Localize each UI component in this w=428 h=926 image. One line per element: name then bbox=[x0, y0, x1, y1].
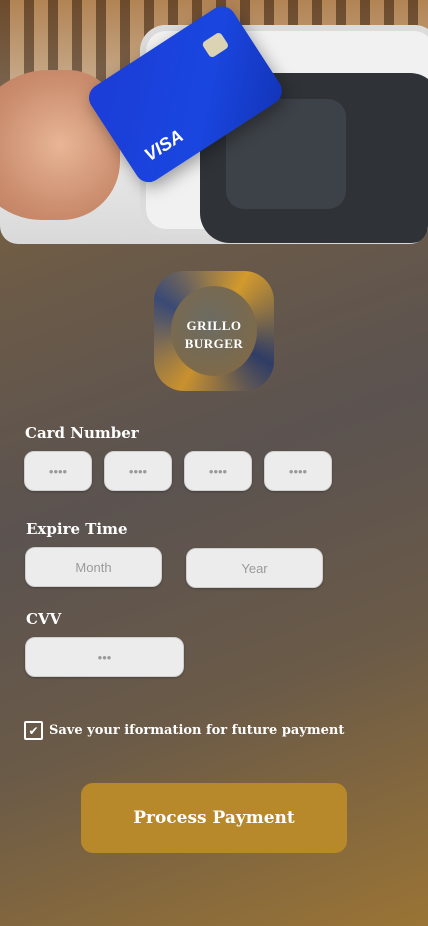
card-number-field-3[interactable]: •••• bbox=[184, 451, 252, 491]
save-info-checkbox[interactable]: ✔ bbox=[24, 721, 43, 740]
card-chip bbox=[201, 31, 230, 59]
card-number-field-2[interactable]: •••• bbox=[104, 451, 172, 491]
save-info-label: Save your iformation for future payment bbox=[49, 723, 345, 738]
logo-line2: BURGER bbox=[184, 336, 244, 351]
logo-text: GRILLO BURGER bbox=[154, 317, 274, 353]
year-input[interactable]: Year bbox=[186, 548, 323, 588]
cvv-input[interactable]: ••• bbox=[25, 637, 184, 677]
card-number-field-1[interactable]: •••• bbox=[24, 451, 92, 491]
process-payment-button[interactable]: Process Payment bbox=[81, 783, 347, 853]
month-input[interactable]: Month bbox=[25, 547, 162, 587]
card-number-field-4[interactable]: •••• bbox=[264, 451, 332, 491]
cvv-label: CVV bbox=[26, 610, 62, 628]
card-brand: VISA bbox=[140, 125, 187, 166]
logo-line1: GRILLO bbox=[186, 318, 242, 333]
save-info-row[interactable]: ✔ Save your iformation for future paymen… bbox=[24, 721, 344, 740]
card-number-label: Card Number bbox=[25, 424, 139, 442]
brand-logo: GRILLO BURGER bbox=[154, 271, 274, 391]
hero-image: VISA bbox=[0, 0, 428, 244]
expire-time-label: Expire Time bbox=[26, 520, 128, 538]
